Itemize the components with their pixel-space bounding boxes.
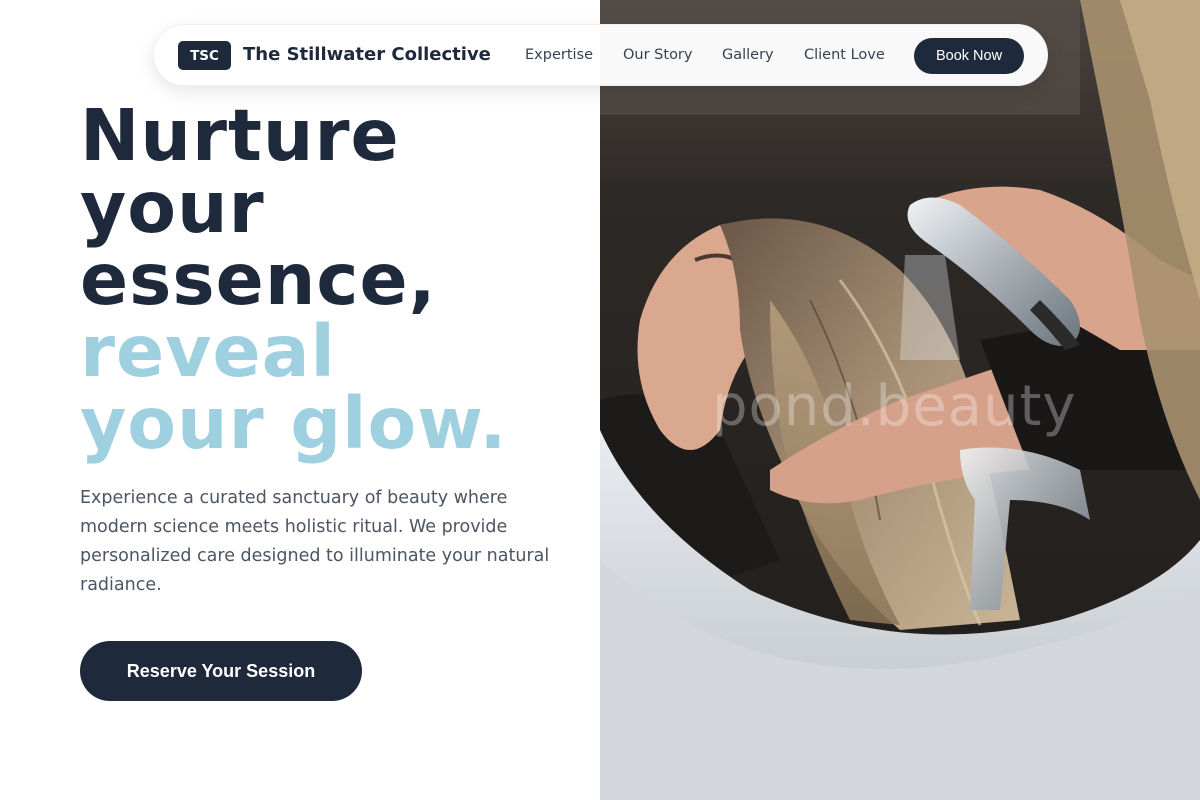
book-now-button[interactable]: Book Now <box>914 38 1024 74</box>
hero-photo: pond.beauty <box>600 0 1200 800</box>
nav-link-client-love[interactable]: Client Love <box>804 47 885 63</box>
brand-name[interactable]: The Stillwater Collective <box>243 44 491 65</box>
nav-link-gallery[interactable]: Gallery <box>722 47 774 63</box>
nav-link-expertise[interactable]: Expertise <box>525 47 593 63</box>
page: Nurture your essence, reveal your glow. … <box>0 0 1200 800</box>
top-navigation: TSC The Stillwater Collective Expertise … <box>153 24 1048 86</box>
headline-accent-line: your glow. <box>80 382 508 465</box>
logo-badge[interactable]: TSC <box>178 41 231 70</box>
reserve-session-button[interactable]: Reserve Your Session <box>80 641 362 701</box>
nav-link-our-story[interactable]: Our Story <box>623 47 692 63</box>
hero-text-panel: Nurture your essence, reveal your glow. … <box>0 0 600 800</box>
hero-headline: Nurture your essence, reveal your glow. <box>80 100 580 460</box>
hero-description: Experience a curated sanctuary of beauty… <box>80 488 550 595</box>
headline-line: your <box>80 166 265 249</box>
headline-line: Nurture <box>80 94 400 177</box>
headline-line: essence, <box>80 238 437 321</box>
headline-accent-line: reveal <box>80 310 336 393</box>
watermark-text: pond.beauty <box>712 374 1077 439</box>
